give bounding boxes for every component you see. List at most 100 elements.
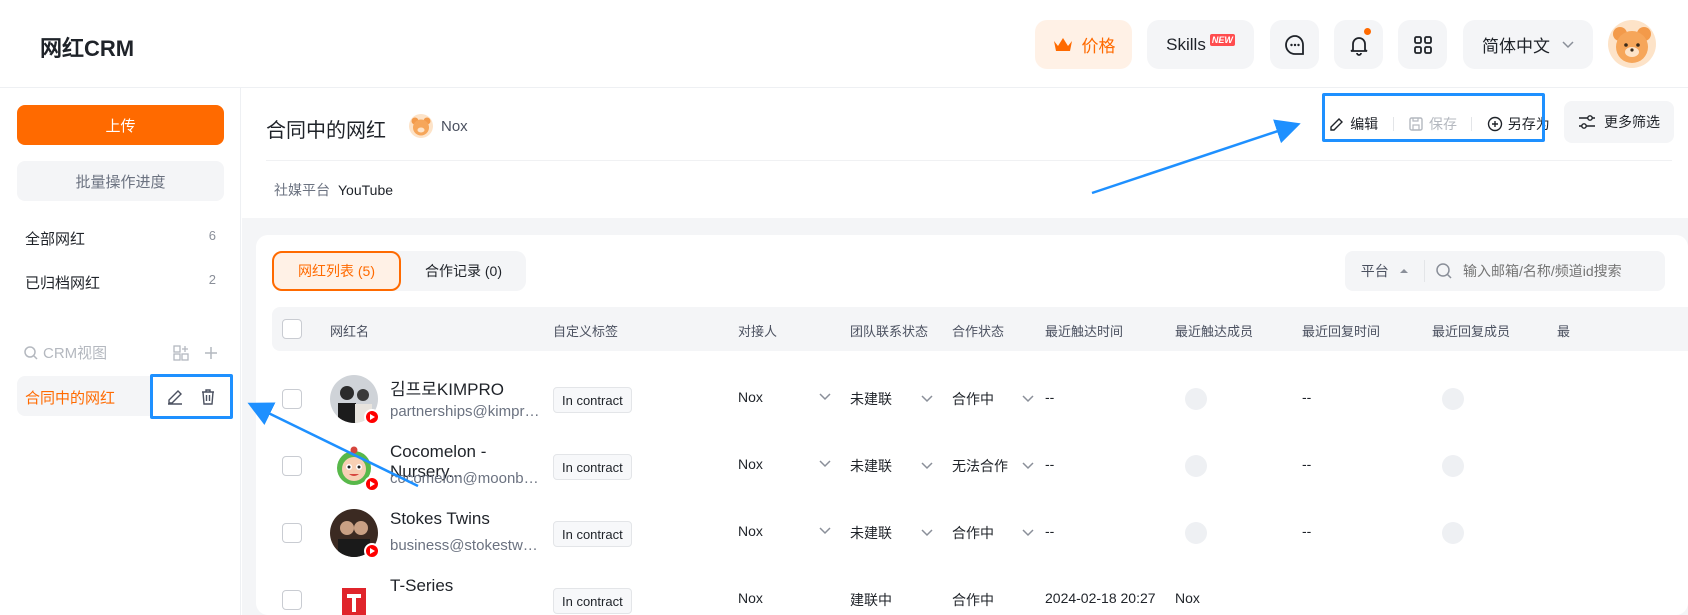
skills-label: Skills	[1166, 34, 1206, 54]
row-checkbox[interactable]	[282, 590, 302, 610]
row-checkbox[interactable]	[282, 389, 302, 409]
contact-person-select[interactable]: Nox	[738, 523, 831, 539]
highlight-box-actions	[1322, 93, 1545, 142]
divider	[266, 160, 1672, 161]
price-button[interactable]: 价格	[1035, 20, 1132, 69]
column-header[interactable]: 对接人	[738, 321, 777, 340]
column-header[interactable]: 最近回复成员	[1432, 321, 1510, 340]
sidebar-item-archived[interactable]: 已归档网红 2	[25, 272, 216, 293]
sidebar: 上传 批量操作进度 全部网红 6 已归档网红 2 CRM视图 合同中的网红	[0, 88, 241, 615]
notification-button[interactable]	[1334, 20, 1383, 69]
table-row[interactable]: T-Series In contract Nox 建联中 合作中 2024-02…	[272, 566, 1688, 615]
team-status-select[interactable]: 未建联	[850, 389, 933, 409]
column-header[interactable]: 团队联系状态	[850, 321, 928, 340]
column-header[interactable]: 自定义标签	[553, 321, 618, 340]
team-status-value: 未建联	[850, 525, 892, 541]
crm-view-search[interactable]: CRM视图	[23, 342, 219, 363]
more-filter-label: 更多筛选	[1604, 114, 1660, 130]
more-filter-button[interactable]: 更多筛选	[1564, 101, 1674, 143]
last-touch-time: --	[1045, 456, 1055, 472]
contact-person-value: Nox	[738, 456, 763, 472]
tab-influencer-list[interactable]: 网红列表 (5)	[272, 251, 401, 291]
custom-tag[interactable]: In contract	[553, 387, 632, 413]
view-header: 合同中的网红 Nox 编辑 保存 另存为 更多筛选 社媒平台 YouTube	[242, 88, 1688, 218]
table-row[interactable]: Stokes Twins business@stokestwins... In …	[272, 499, 1688, 566]
search-bar: 平台	[1345, 251, 1665, 291]
grid-icon	[1413, 35, 1432, 54]
skills-button[interactable]: Skills NEW	[1147, 20, 1254, 69]
plus-icon[interactable]	[203, 345, 219, 361]
bell-icon	[1350, 36, 1367, 56]
team-status-value: 未建联	[850, 458, 892, 474]
active-view-label: 合同中的网红	[25, 390, 116, 407]
platform-select[interactable]: 平台	[1345, 260, 1425, 282]
row-checkbox[interactable]	[282, 456, 302, 476]
sidebar-item-all[interactable]: 全部网红 6	[25, 228, 216, 249]
column-header[interactable]: 网红名	[330, 321, 369, 340]
chevron-down-icon	[819, 527, 831, 535]
language-select[interactable]: 简体中文	[1463, 20, 1593, 69]
add-folder-icon[interactable]	[173, 344, 189, 361]
column-header[interactable]: 最近触达时间	[1045, 321, 1123, 340]
influencer-card: 网红列表 (5) 合作记录 (0) 平台 网红名 自定义标签 对接人 团队联系状…	[256, 235, 1688, 615]
user-avatar[interactable]	[1608, 20, 1656, 68]
coop-status-select[interactable]: 合作中	[952, 523, 1034, 543]
message-button[interactable]	[1270, 20, 1319, 69]
custom-tag[interactable]: In contract	[553, 454, 632, 480]
coop-status-select[interactable]: 无法合作	[952, 456, 1034, 476]
contact-person-value: Nox	[738, 389, 763, 405]
influencer-avatar[interactable]	[330, 576, 378, 615]
chevron-down-icon	[1022, 462, 1034, 470]
row-checkbox[interactable]	[282, 523, 302, 543]
contact-person-select[interactable]: Nox	[738, 456, 831, 472]
contact-person-select[interactable]: Nox	[738, 389, 831, 405]
app-logo[interactable]: 网红CRM	[40, 31, 134, 63]
top-bar: 网红CRM 价格 Skills NEW 简体中文	[0, 0, 1688, 88]
chevron-down-icon	[1562, 40, 1574, 48]
last-touch-time: --	[1045, 389, 1055, 405]
influencer-email: business@stokestwins...	[390, 537, 540, 554]
coop-status-select[interactable]: 合作中	[952, 590, 1034, 610]
team-status-select[interactable]: 建联中	[850, 590, 933, 610]
last-touch-time: --	[1045, 523, 1055, 539]
coop-status-value: 合作中	[952, 391, 994, 407]
table-row[interactable]: Cocomelon - Nursery... cocomelon@moonbug…	[272, 432, 1688, 499]
chevron-down-icon	[921, 529, 933, 537]
upload-button[interactable]: 上传	[17, 105, 224, 145]
search-input[interactable]	[1463, 263, 1663, 279]
platform-filter[interactable]: 社媒平台 YouTube	[274, 180, 393, 200]
column-header[interactable]: 最近触达成员	[1175, 321, 1253, 340]
column-header[interactable]: 合作状态	[952, 321, 1004, 340]
team-status-select[interactable]: 未建联	[850, 523, 933, 543]
empty-avatar	[1442, 455, 1464, 477]
table-header: 网红名 自定义标签 对接人 团队联系状态 合作状态 最近触达时间 最近触达成员 …	[272, 307, 1688, 351]
coop-status-select[interactable]: 合作中	[952, 389, 1034, 409]
chevron-down-icon	[921, 395, 933, 403]
sidebar-item-label: 已归档网红	[25, 275, 101, 292]
last-reply-time: --	[1302, 389, 1312, 405]
column-header[interactable]: 最近回复时间	[1302, 321, 1380, 340]
sidebar-item-label: 全部网红	[25, 231, 86, 248]
team-status-select[interactable]: 未建联	[850, 456, 933, 476]
custom-tag[interactable]: In contract	[553, 521, 632, 547]
select-all-checkbox[interactable]	[282, 319, 302, 339]
bear-avatar-icon	[1613, 27, 1651, 63]
coop-status-value: 无法合作	[952, 458, 1008, 474]
platform-filter-label: 社媒平台	[274, 182, 330, 198]
filter-sliders-icon	[1579, 115, 1595, 129]
apps-button[interactable]	[1398, 20, 1447, 69]
contact-person-select[interactable]: Nox	[738, 590, 831, 606]
influencer-name[interactable]: 김프로KIMPRO	[390, 375, 540, 400]
custom-tag[interactable]: In contract	[553, 588, 632, 614]
column-header[interactable]: 最	[1557, 321, 1570, 340]
influencer-name[interactable]: T-Series	[390, 576, 540, 596]
table-row[interactable]: 김프로KIMPRO partnerships@kimpro... In cont…	[272, 365, 1688, 432]
batch-progress-button[interactable]: 批量操作进度	[17, 161, 224, 201]
notification-dot	[1364, 28, 1371, 35]
empty-avatar	[1185, 522, 1207, 544]
page-title: 合同中的网红	[266, 120, 386, 142]
tab-bar: 网红列表 (5) 合作记录 (0)	[272, 251, 526, 291]
tab-cooperation-records[interactable]: 合作记录 (0)	[401, 251, 526, 291]
influencer-name[interactable]: Stokes Twins	[390, 509, 540, 529]
platform-filter-value: YouTube	[338, 182, 394, 198]
